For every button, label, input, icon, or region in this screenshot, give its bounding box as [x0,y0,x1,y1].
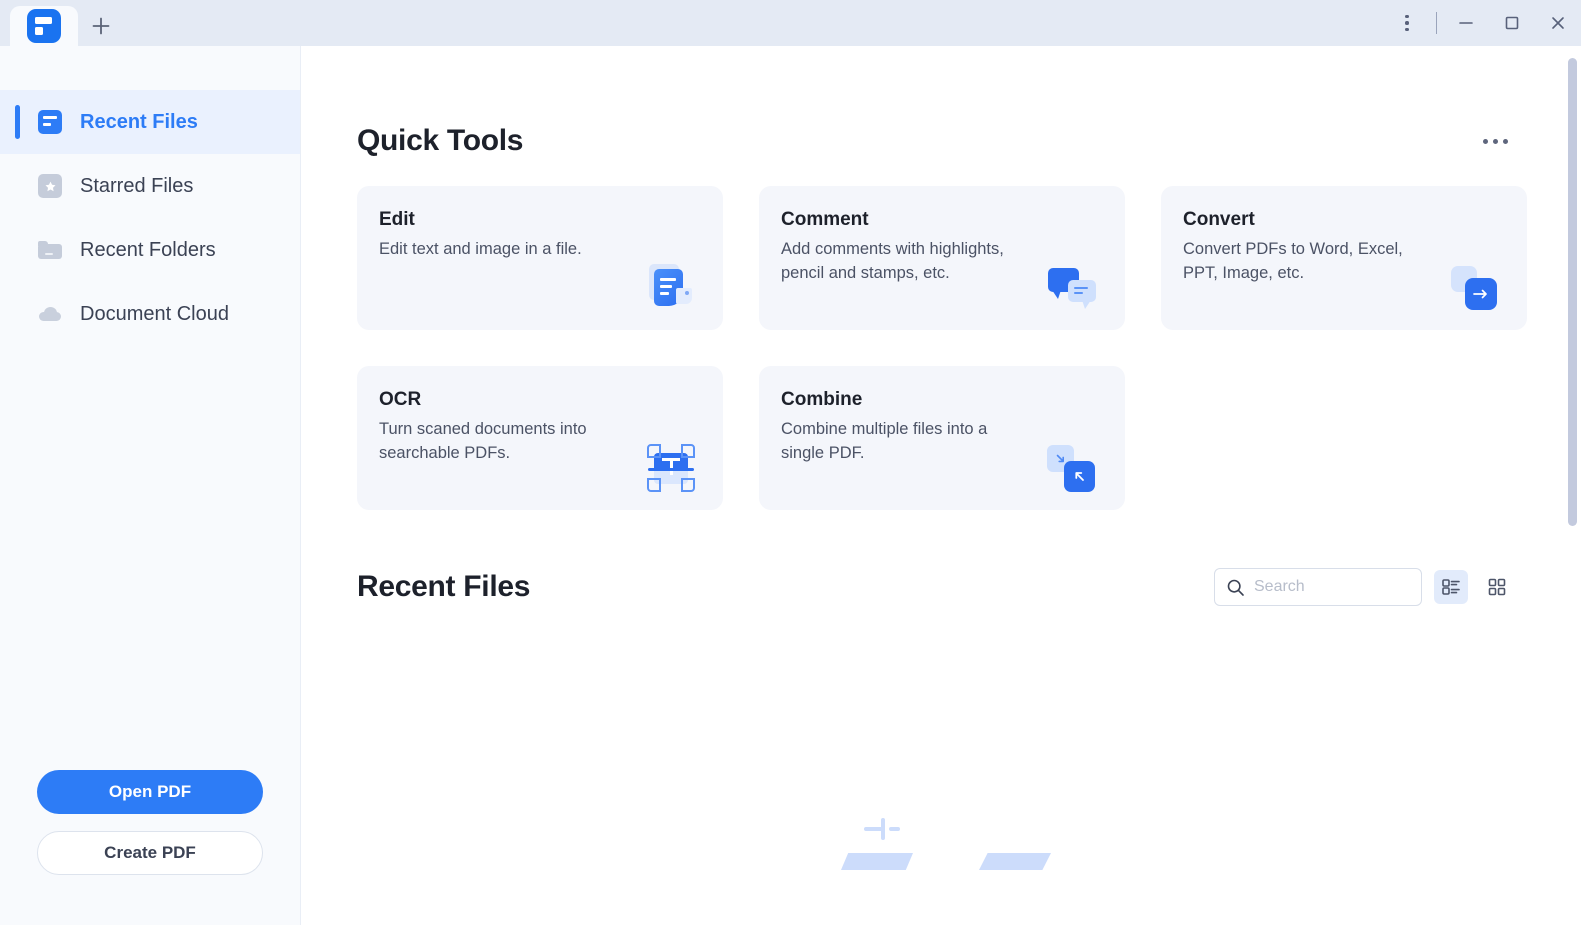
tool-card-description: Add comments with highlights, pencil and… [781,240,1004,282]
horizontal-dots-icon [1483,138,1488,144]
tool-card-combine[interactable]: Combine Combine multiple files into a si… [759,366,1125,510]
sidebar-item-label: Starred Files [80,174,194,197]
comment-icon [1047,262,1099,314]
open-pdf-button[interactable]: Open PDF [37,770,263,814]
ocr-icon [645,442,697,494]
tab-home[interactable] [10,6,78,46]
minimize-button[interactable] [1443,0,1489,46]
tool-card-edit[interactable]: Edit Edit text and image in a file. [357,186,723,330]
sidebar-item-starred-files[interactable]: Starred Files [0,154,300,218]
search-box[interactable] [1214,568,1422,606]
main-content: Quick Tools Edit Edit text and image in … [301,46,1581,925]
combine-icon [1047,442,1099,494]
app-window: Recent Files Starred Files Recent Folder… [0,0,1581,925]
tool-card-title: Convert [1183,209,1255,230]
quick-tools-header: Quick Tools [357,124,1581,158]
create-pdf-button[interactable]: Create PDF [37,831,263,875]
view-list-button[interactable] [1434,570,1468,604]
empty-state-illustration [841,805,1051,895]
tool-card-title: Edit [379,209,415,230]
app-logo-icon [27,9,61,43]
tool-card-ocr[interactable]: OCR Turn scaned documents into searchabl… [357,366,723,510]
grid-view-icon [1488,578,1506,596]
close-button[interactable] [1535,0,1581,46]
quick-tools-grid: Edit Edit text and image in a file. Comm… [357,186,1581,510]
search-icon [1227,579,1244,596]
tool-card-description: Combine multiple files into a single PDF… [781,420,988,462]
window-controls [1384,0,1581,46]
tool-card-title: Comment [781,209,869,230]
maximize-button[interactable] [1489,0,1535,46]
tool-card-description: Convert PDFs to Word, Excel, PPT, Image,… [1183,240,1403,282]
sidebar-actions: Open PDF Create PDF [0,770,300,925]
sidebar: Recent Files Starred Files Recent Folder… [0,46,301,925]
main-inner: Quick Tools Edit Edit text and image in … [301,46,1581,925]
app-menu-button[interactable] [1384,0,1430,46]
tool-card-convert[interactable]: Convert Convert PDFs to Word, Excel, PPT… [1161,186,1527,330]
sidebar-item-label: Document Cloud [80,302,229,325]
control-divider [1436,12,1437,34]
recent-files-title: Recent Files [357,570,531,603]
sidebar-item-recent-folders[interactable]: Recent Folders [0,218,300,282]
recent-files-icon [38,110,62,134]
sidebar-item-label: Recent Files [80,110,198,133]
quick-tools-title: Quick Tools [357,124,524,157]
main-scrollbar-track[interactable] [1567,46,1578,925]
search-input[interactable] [1254,578,1410,596]
recent-folders-icon [38,238,62,262]
document-cloud-icon [38,302,62,326]
sidebar-item-document-cloud[interactable]: Document Cloud [0,282,300,346]
tool-card-placeholder [1161,366,1527,510]
recent-files-toolbar [1214,568,1514,606]
title-bar [0,0,1581,46]
view-grid-button[interactable] [1480,570,1514,604]
quick-tools-more-button[interactable] [1477,133,1514,150]
sidebar-item-recent-files[interactable]: Recent Files [0,90,300,154]
tool-card-description: Edit text and image in a file. [379,240,582,258]
list-view-icon [1442,579,1460,595]
sidebar-item-label: Recent Folders [80,238,216,261]
vertical-dots-icon [1405,14,1409,32]
sidebar-nav: Recent Files Starred Files Recent Folder… [0,46,300,346]
tab-strip [0,0,124,46]
edit-icon [645,262,697,314]
body-region: Recent Files Starred Files Recent Folder… [0,46,1581,925]
tool-card-comment[interactable]: Comment Add comments with highlights, pe… [759,186,1125,330]
tool-card-title: OCR [379,389,422,410]
starred-files-icon [38,174,62,198]
recent-files-header: Recent Files [357,568,1581,606]
tool-card-description: Turn scaned documents into searchable PD… [379,420,587,462]
convert-icon [1449,262,1501,314]
new-tab-button[interactable] [78,6,124,46]
main-scrollbar-thumb[interactable] [1568,58,1577,526]
tool-card-title: Combine [781,389,863,410]
